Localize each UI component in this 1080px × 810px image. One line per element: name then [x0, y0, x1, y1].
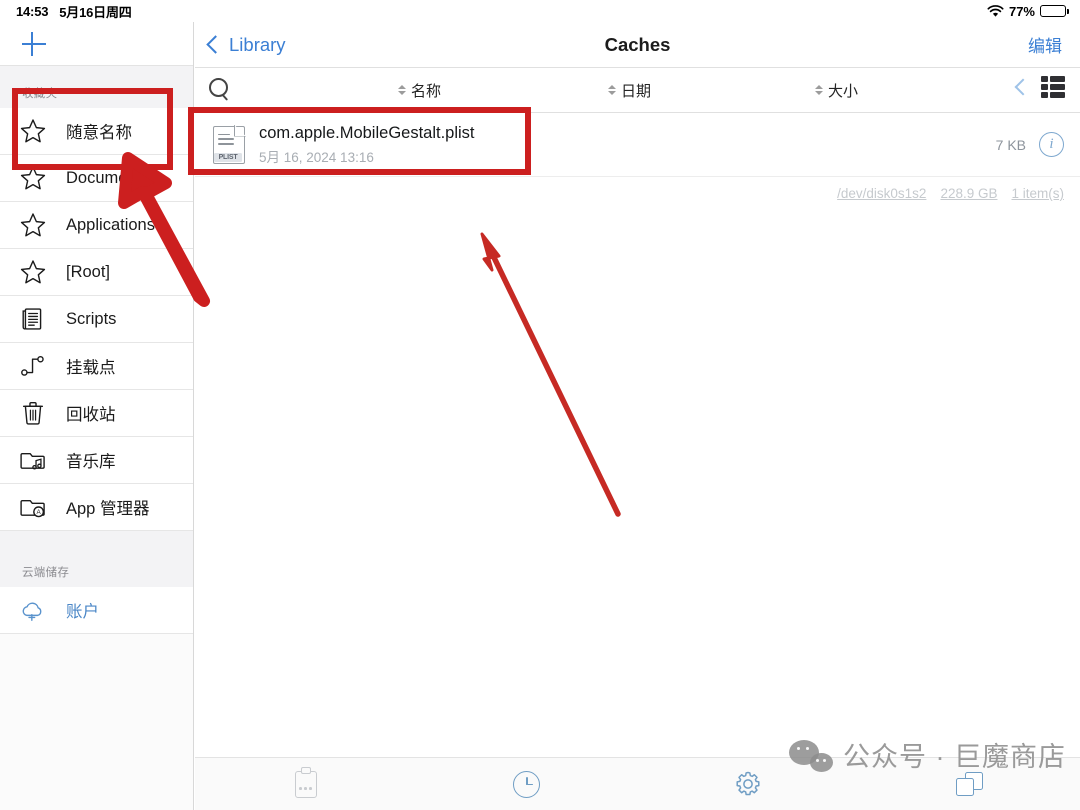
status-time: 14:53	[16, 3, 49, 19]
page-title: Caches	[604, 33, 671, 55]
column-header-label: 名称	[411, 82, 442, 100]
main-pane: Library Caches 编辑 名称 日期 大小 PLIST com.app…	[195, 22, 1080, 810]
battery-icon	[1040, 5, 1069, 17]
sort-arrows-icon	[398, 85, 406, 95]
volume-device: /dev/disk0s1s2	[837, 186, 927, 201]
file-name: com.apple.MobileGestalt.plist	[259, 123, 475, 142]
sidebar-item-random-name[interactable]: 随意名称	[0, 108, 193, 155]
plist-file-icon: PLIST	[213, 124, 246, 164]
wifi-icon	[987, 4, 1004, 18]
edit-button[interactable]: 编辑	[1028, 32, 1062, 57]
chevron-left-icon	[206, 35, 225, 54]
sort-arrows-icon	[815, 85, 823, 95]
volume-item-count: 1 item(s)	[1011, 186, 1064, 201]
column-header-date[interactable]: 日期	[608, 80, 651, 101]
script-icon	[18, 304, 48, 334]
column-header-label: 日期	[621, 82, 652, 100]
sidebar-toolbar	[0, 22, 193, 66]
file-list: PLIST com.apple.MobileGestalt.plist 5月 1…	[195, 113, 1080, 177]
sidebar-item-app-manager[interactable]: A App 管理器	[0, 484, 193, 531]
sidebar-item-label: 回收站	[66, 406, 116, 424]
trash-icon	[18, 398, 48, 428]
column-header-label: 大小	[828, 82, 859, 100]
bottom-toolbar	[195, 757, 1080, 810]
column-header-size[interactable]: 大小	[815, 80, 858, 101]
sort-arrows-icon	[608, 85, 616, 95]
file-row-right: 7 KB i	[996, 132, 1064, 157]
star-icon	[18, 257, 48, 287]
star-icon	[18, 210, 48, 240]
sidebar: 收藏夹 随意名称 Documents Applications [Root] S…	[0, 22, 194, 810]
file-row[interactable]: PLIST com.apple.MobileGestalt.plist 5月 1…	[195, 113, 1080, 177]
gear-icon	[733, 769, 763, 799]
info-circle-icon[interactable]: i	[1039, 132, 1064, 157]
sidebar-item-mount-points[interactable]: 挂载点	[0, 343, 193, 390]
clock-icon	[513, 770, 541, 798]
status-bar-right: 77%	[987, 3, 1069, 19]
back-button-label: Library	[229, 33, 286, 55]
sidebar-item-label: Applications	[66, 215, 155, 234]
star-icon	[18, 116, 48, 146]
column-header-bar: 名称 日期 大小	[195, 68, 1080, 113]
sidebar-item-label: [Root]	[66, 262, 111, 281]
sidebar-item-music-library[interactable]: 音乐库	[0, 437, 193, 484]
windows-icon	[955, 772, 983, 796]
cloud-plus-icon	[18, 595, 48, 625]
add-favorite-button[interactable]	[20, 30, 48, 58]
status-bar-left: 14:53 5月16日周四	[16, 2, 132, 21]
file-type-badge: PLIST	[214, 152, 242, 162]
file-size: 7 KB	[995, 136, 1026, 153]
view-tools	[1014, 76, 1066, 98]
sidebar-item-label: Scripts	[66, 309, 117, 328]
recents-button[interactable]	[416, 770, 637, 798]
sidebar-item-label: 随意名称	[66, 124, 132, 142]
app-screen: 14:53 5月16日周四 77% 收藏夹 随意名称 Documents App…	[0, 0, 1080, 810]
chevron-left-icon[interactable]	[1014, 78, 1032, 96]
status-bar: 14:53 5月16日周四 77%	[0, 0, 1080, 22]
sidebar-item-label: 账户	[66, 603, 99, 621]
sidebar-section-favorites-title: 收藏夹	[0, 66, 193, 108]
app-folder-icon: A	[18, 492, 48, 522]
sidebar-section-cloud-title: 云端储存	[0, 545, 193, 587]
file-text: com.apple.MobileGestalt.plist 5月 16, 202…	[259, 124, 475, 166]
sidebar-item-label: 音乐库	[66, 453, 116, 471]
navigation-bar: Library Caches 编辑	[195, 22, 1080, 68]
sidebar-spacer	[0, 531, 193, 545]
sidebar-item-label: 挂载点	[66, 359, 116, 377]
sidebar-item-scripts[interactable]: Scripts	[0, 296, 193, 343]
list-view-icon[interactable]	[1041, 76, 1066, 98]
mountpoint-icon	[18, 351, 48, 381]
volume-info: /dev/disk0s1s2 228.9 GB 1 item(s)	[195, 177, 1080, 201]
battery-percent: 77%	[1008, 3, 1035, 19]
volume-capacity: 228.9 GB	[940, 186, 998, 201]
sidebar-item-account[interactable]: 账户	[0, 587, 193, 634]
clipboard-icon	[294, 766, 317, 798]
back-button[interactable]: Library	[206, 33, 286, 56]
search-icon[interactable]	[209, 78, 228, 97]
windows-button[interactable]	[859, 772, 1080, 796]
clipboard-button[interactable]	[195, 766, 416, 798]
sidebar-item-root[interactable]: [Root]	[0, 249, 193, 296]
sidebar-item-label: Documents	[66, 168, 150, 187]
sidebar-item-documents[interactable]: Documents	[0, 155, 193, 202]
star-icon	[18, 163, 48, 193]
sidebar-item-applications[interactable]: Applications	[0, 202, 193, 249]
music-folder-icon	[18, 445, 48, 475]
column-header-name[interactable]: 名称	[398, 80, 441, 101]
settings-button[interactable]	[638, 769, 859, 799]
sidebar-item-label: App 管理器	[66, 500, 150, 518]
status-date: 5月16日周四	[59, 4, 132, 20]
sidebar-item-trash[interactable]: 回收站	[0, 390, 193, 437]
file-date: 5月 16, 2024 13:16	[259, 149, 374, 165]
